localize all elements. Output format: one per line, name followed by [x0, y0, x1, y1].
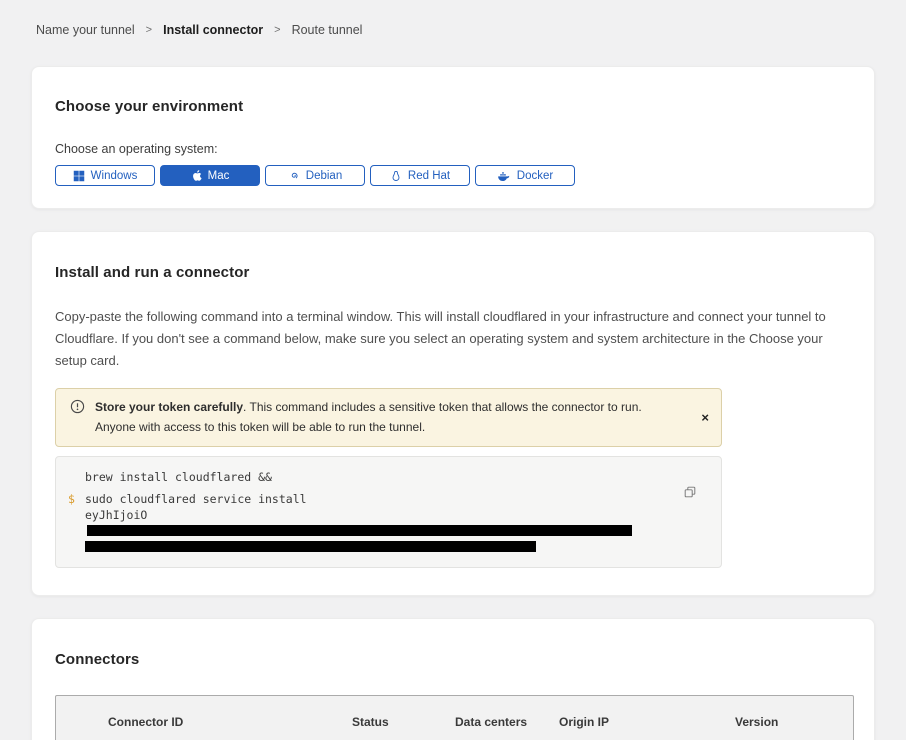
os-button-debian[interactable]: Debian	[265, 165, 365, 186]
os-button-label: Mac	[208, 170, 230, 182]
breadcrumb: Name your tunnel > Install connector > R…	[0, 0, 906, 37]
warning-bold-text: Store your token carefully	[95, 400, 243, 414]
os-button-label: Windows	[91, 170, 138, 182]
choose-environment-card: Choose your environment Choose an operat…	[31, 66, 875, 209]
redacted-token-bar	[87, 525, 632, 536]
os-button-docker[interactable]: Docker	[475, 165, 575, 186]
debian-icon	[288, 170, 300, 182]
shell-prompt: $	[68, 492, 75, 508]
code-line-token: eyJhIjoiO	[85, 508, 681, 539]
os-button-group: Windows Mac Debian Red Hat Docker	[55, 165, 851, 186]
breadcrumb-name-your-tunnel[interactable]: Name your tunnel	[36, 23, 135, 37]
breadcrumb-route-tunnel[interactable]: Route tunnel	[292, 23, 363, 37]
windows-icon	[73, 170, 85, 182]
code-line-brew: brew install cloudflared &&	[85, 470, 681, 486]
breadcrumb-separator: >	[146, 24, 152, 36]
os-button-windows[interactable]: Windows	[55, 165, 155, 186]
connectors-card-title: Connectors	[55, 651, 851, 668]
os-button-label: Docker	[517, 170, 553, 182]
os-button-label: Debian	[306, 170, 342, 182]
header-origin-ip: Origin IP	[559, 715, 735, 729]
table-header-row: Connector ID Status Data centers Origin …	[108, 715, 835, 729]
install-card-title: Install and run a connector	[55, 264, 851, 281]
install-command-code-block: brew install cloudflared && $sudo cloudf…	[55, 456, 722, 569]
code-line-sudo-text: sudo cloudflared service install	[85, 492, 307, 506]
os-button-redhat[interactable]: Red Hat	[370, 165, 470, 186]
info-circle-icon	[70, 399, 85, 419]
code-line-token-2	[85, 539, 681, 555]
operating-system-label: Choose an operating system:	[55, 142, 851, 156]
header-connector-id: Connector ID	[108, 715, 352, 729]
docker-icon	[497, 170, 511, 182]
redhat-icon	[390, 170, 402, 182]
header-version: Version	[735, 715, 835, 729]
install-card-description: Copy-paste the following command into a …	[55, 306, 851, 371]
breadcrumb-install-connector[interactable]: Install connector	[163, 23, 263, 37]
environment-card-title: Choose your environment	[55, 98, 851, 115]
redacted-token-bar	[85, 541, 536, 552]
os-button-label: Red Hat	[408, 170, 450, 182]
copy-icon[interactable]	[683, 485, 697, 502]
install-connector-card: Install and run a connector Copy-paste t…	[31, 231, 875, 596]
warning-text: Store your token carefully. This command…	[95, 398, 701, 436]
breadcrumb-separator: >	[274, 24, 280, 36]
connectors-table: Connector ID Status Data centers Origin …	[55, 695, 854, 740]
apple-icon	[191, 169, 202, 182]
close-icon[interactable]: ×	[701, 411, 709, 424]
header-data-centers: Data centers	[455, 715, 559, 729]
os-button-mac[interactable]: Mac	[160, 165, 260, 186]
token-warning-banner: Store your token carefully. This command…	[55, 388, 722, 446]
connectors-card: Connectors Connector ID Status Data cent…	[31, 618, 875, 740]
header-status: Status	[352, 715, 455, 729]
code-line-sudo: $sudo cloudflared service install	[85, 492, 681, 508]
token-prefix: eyJhIjoiO	[85, 508, 147, 522]
